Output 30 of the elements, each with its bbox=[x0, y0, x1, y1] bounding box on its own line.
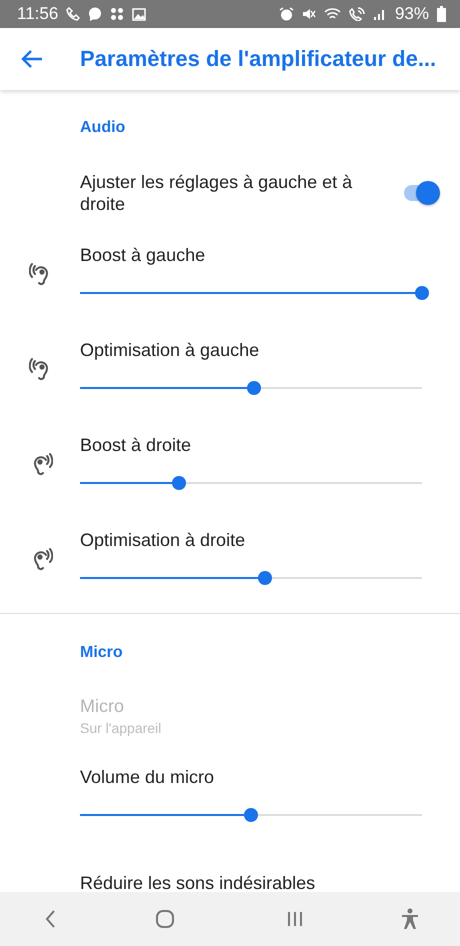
chevron-left-icon bbox=[44, 909, 56, 929]
mute-icon bbox=[302, 7, 316, 21]
chat-icon bbox=[88, 7, 102, 21]
alarm-icon bbox=[278, 6, 294, 22]
phone-icon bbox=[66, 7, 80, 21]
battery-percent: 93% bbox=[394, 4, 429, 24]
slider-label: Optimisation à droite bbox=[80, 529, 246, 552]
home-icon bbox=[155, 909, 175, 929]
recents-icon bbox=[286, 910, 304, 928]
setting-title[interactable]: Réduire les sons indésirables bbox=[0, 848, 460, 892]
back-arrow-icon bbox=[21, 49, 43, 69]
toggle-label: Ajuster les réglages à gauche et à droite bbox=[80, 171, 354, 215]
setting-summary: Sur l'appareil bbox=[80, 719, 162, 738]
wifi-icon bbox=[324, 7, 341, 21]
slider-label: Boost à gauche bbox=[80, 244, 206, 267]
grid-icon bbox=[110, 7, 124, 21]
slider-label: Boost à droite bbox=[80, 434, 192, 457]
setting-title: Micro bbox=[80, 695, 125, 718]
battery-icon bbox=[437, 6, 446, 22]
section-title: Audio bbox=[79, 118, 126, 138]
signal-icon bbox=[372, 7, 387, 21]
slider-label: Optimisation à gauche bbox=[80, 339, 260, 362]
accessibility-icon bbox=[401, 908, 419, 930]
toggle-switch[interactable] bbox=[402, 181, 440, 205]
wifi-call-icon bbox=[348, 7, 365, 21]
section-title: Micro bbox=[79, 643, 124, 663]
image-icon bbox=[132, 8, 146, 20]
slider-label: Volume du micro bbox=[80, 766, 216, 789]
status-time: 11:56 bbox=[17, 4, 58, 24]
page-title: Paramètres de l'amplificateur de... bbox=[80, 46, 436, 72]
